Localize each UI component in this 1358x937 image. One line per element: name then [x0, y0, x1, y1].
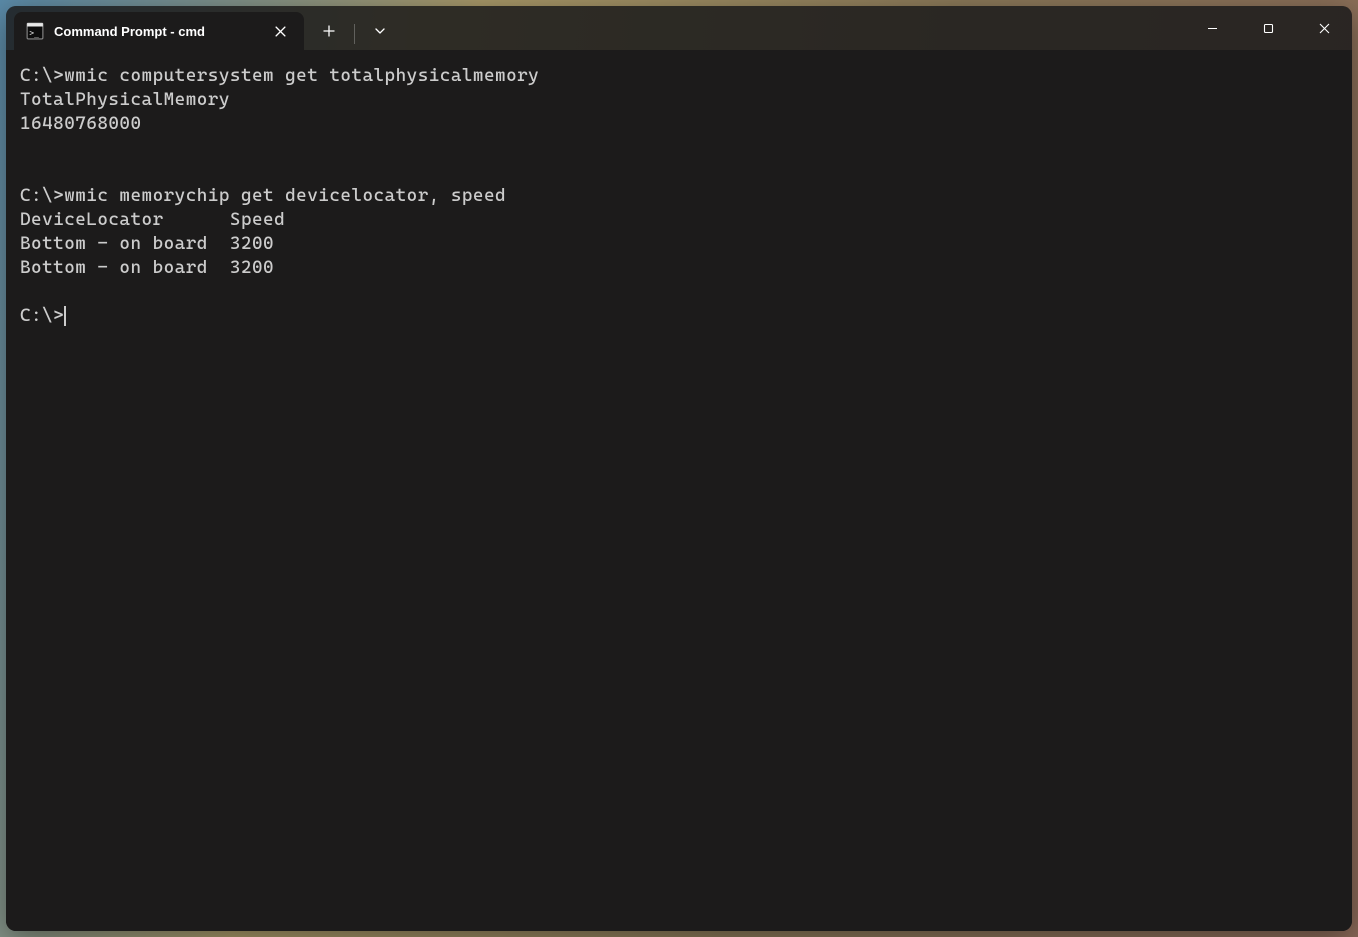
window-controls [1184, 6, 1352, 50]
maximize-button[interactable] [1240, 6, 1296, 50]
prompt-text: C:\> [20, 304, 64, 328]
divider [354, 24, 355, 44]
window-close-button[interactable] [1296, 6, 1352, 50]
titlebar[interactable]: >_ Command Prompt - cmd [6, 6, 1352, 50]
svg-text:>_: >_ [29, 29, 39, 38]
tab-title: Command Prompt - cmd [54, 24, 260, 39]
tab-close-button[interactable] [270, 21, 290, 41]
tab-dropdown-button[interactable] [361, 15, 399, 47]
terminal-icon: >_ [26, 22, 44, 40]
cursor [64, 306, 66, 326]
new-tab-button[interactable] [310, 15, 348, 47]
minimize-button[interactable] [1184, 6, 1240, 50]
terminal-window: >_ Command Prompt - cmd [6, 6, 1352, 931]
active-tab[interactable]: >_ Command Prompt - cmd [14, 12, 304, 50]
current-prompt-line[interactable]: C:\> [20, 304, 1352, 328]
titlebar-drag-region[interactable] [399, 6, 1184, 50]
titlebar-actions [310, 6, 399, 50]
terminal-output: C:\>wmic computersystem get totalphysica… [20, 64, 1352, 304]
terminal-viewport[interactable]: C:\>wmic computersystem get totalphysica… [6, 50, 1352, 931]
